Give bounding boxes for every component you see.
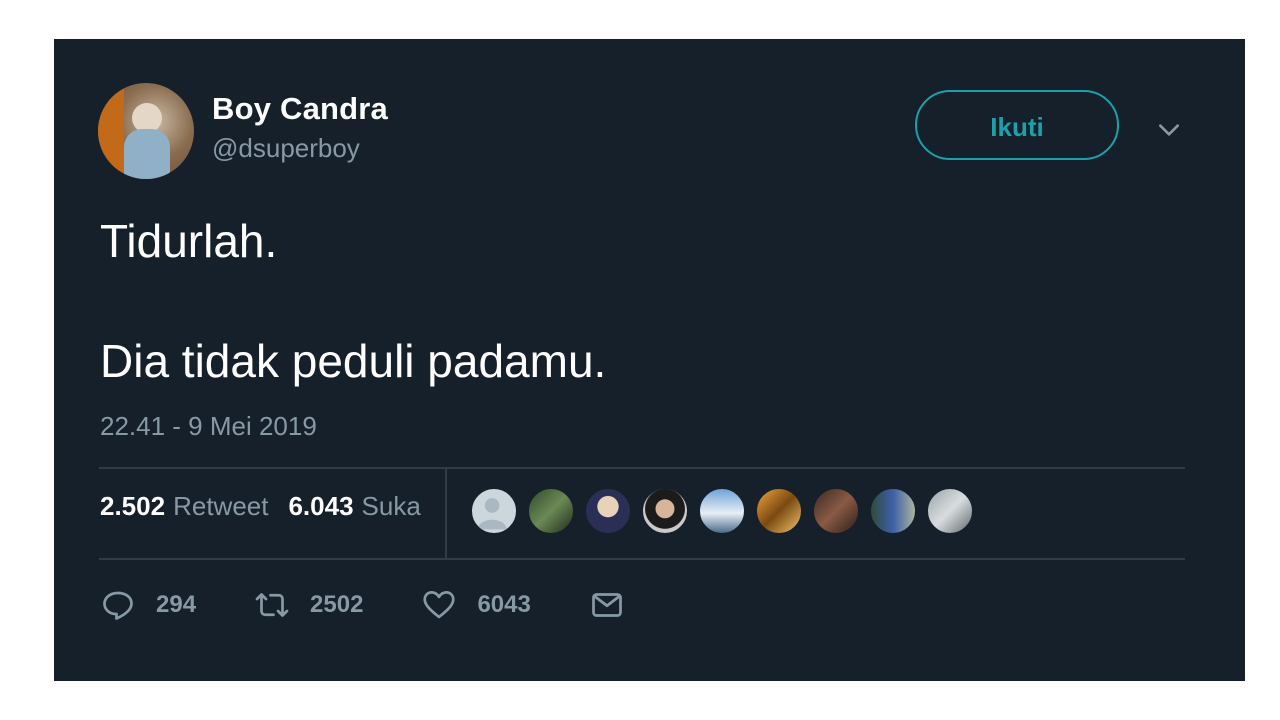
tweet-text-line: Tidurlah. [100,215,278,267]
tweet-text: Tidurlah. Dia tidak peduli padamu. [100,211,606,391]
liker-avatar[interactable] [584,487,632,535]
liker-avatars [470,487,983,535]
liker-avatar[interactable] [698,487,746,535]
author-avatar[interactable] [98,83,194,179]
tweet-card: Boy Candra @dsuperboy Ikuti Tidurlah. Di… [54,39,1245,681]
stats-top-divider [99,467,1185,469]
liker-avatar[interactable] [527,487,575,535]
follow-button[interactable]: Ikuti [915,90,1119,160]
like-button[interactable]: 6043 [421,587,531,623]
like-stat-label: Suka [361,491,421,521]
tweet-actions: 294 2502 6043 [100,587,625,623]
avatar-background-shape [98,83,124,179]
heart-icon [423,591,456,619]
like-stat[interactable]: 6.043 Suka [288,491,420,522]
retweet-button[interactable]: 2502 [254,587,363,623]
reply-count: 294 [156,591,197,618]
liker-avatar[interactable] [869,487,917,535]
retweet-stat-label: Retweet [173,491,269,521]
retweet-icon [255,593,289,617]
liker-avatar[interactable] [755,487,803,535]
like-count: 6043 [477,591,531,618]
reply-button[interactable]: 294 [100,587,196,623]
like-stat-count: 6.043 [288,491,354,521]
retweet-stat-count: 2.502 [100,491,166,521]
retweet-count: 2502 [310,591,364,618]
retweet-stat[interactable]: 2.502 Retweet [100,491,268,522]
liker-avatar[interactable] [812,487,860,535]
tweet-text-line: Dia tidak peduli padamu. [100,335,607,387]
author-name[interactable]: Boy Candra [212,91,388,127]
engagement-stats: 2.502 Retweet 6.043 Suka [100,491,421,531]
stats-vertical-divider [445,468,447,558]
author-handle[interactable]: @dsuperboy [212,133,360,164]
liker-avatar[interactable] [470,487,518,535]
default-user-icon [477,498,507,530]
chevron-down-icon[interactable] [1156,117,1182,143]
reply-icon [103,591,133,620]
direct-message-button[interactable] [589,587,625,623]
liker-avatar[interactable] [926,487,974,535]
avatar-body-shape [124,129,170,179]
liker-avatar[interactable] [641,487,689,535]
stats-bottom-divider [99,558,1185,560]
envelope-icon [591,593,622,617]
tweet-timestamp[interactable]: 22.41 - 9 Mei 2019 [100,411,317,442]
